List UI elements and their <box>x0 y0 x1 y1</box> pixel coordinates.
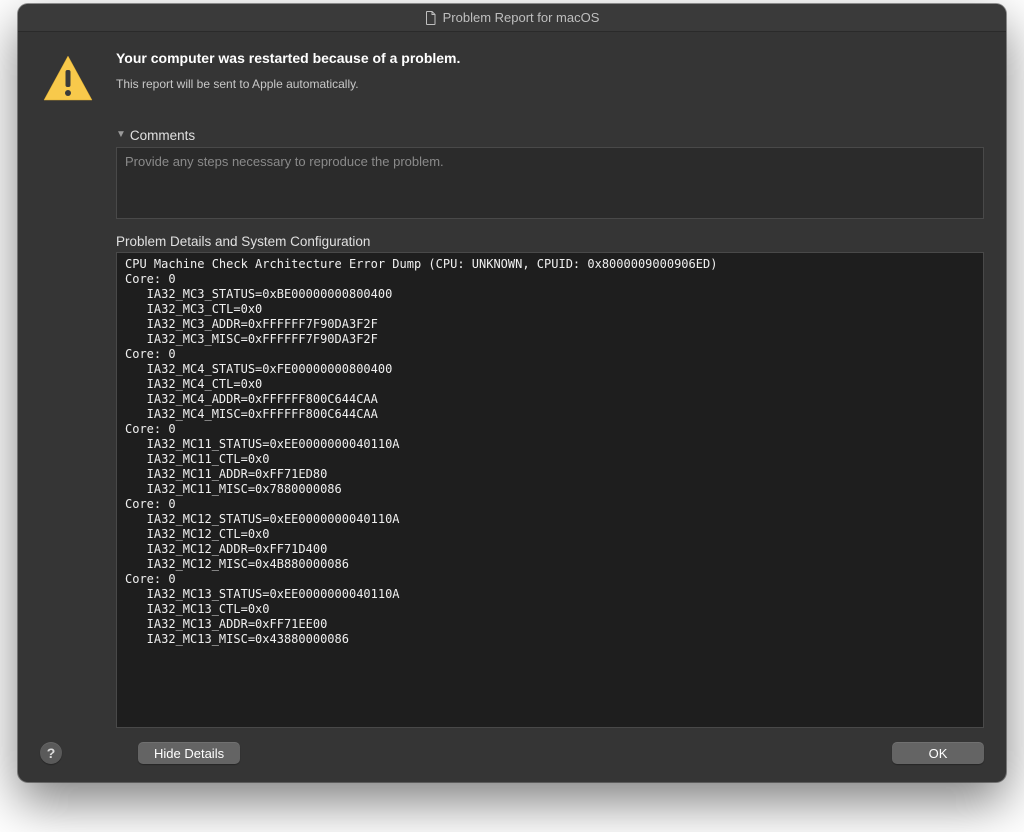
details-label: Problem Details and System Configuration <box>116 234 984 249</box>
details-output[interactable]: CPU Machine Check Architecture Error Dum… <box>116 252 984 728</box>
window-title: Problem Report for macOS <box>443 10 600 25</box>
page-title: Your computer was restarted because of a… <box>116 50 460 66</box>
page-subtext: This report will be sent to Apple automa… <box>116 76 460 93</box>
footer: ? Hide Details OK <box>18 742 1006 782</box>
footer-left: Hide Details <box>138 742 240 764</box>
header-text: Your computer was restarted because of a… <box>116 50 460 93</box>
ok-button[interactable]: OK <box>892 742 984 764</box>
header-row: Your computer was restarted because of a… <box>40 50 984 106</box>
document-icon <box>425 11 437 25</box>
problem-report-window: Problem Report for macOS Your computer w… <box>18 4 1006 782</box>
help-button[interactable]: ? <box>40 742 62 764</box>
form-block: ▼ Comments Problem Details and System Co… <box>116 128 984 728</box>
comments-label: Comments <box>130 128 195 143</box>
comments-section-header[interactable]: ▼ Comments <box>116 128 984 143</box>
warning-icon <box>40 50 96 106</box>
content-area: Your computer was restarted because of a… <box>18 32 1006 742</box>
comments-input[interactable] <box>116 147 984 219</box>
hide-details-button[interactable]: Hide Details <box>138 742 240 764</box>
disclosure-triangle-icon: ▼ <box>116 129 126 140</box>
titlebar: Problem Report for macOS <box>18 4 1006 32</box>
